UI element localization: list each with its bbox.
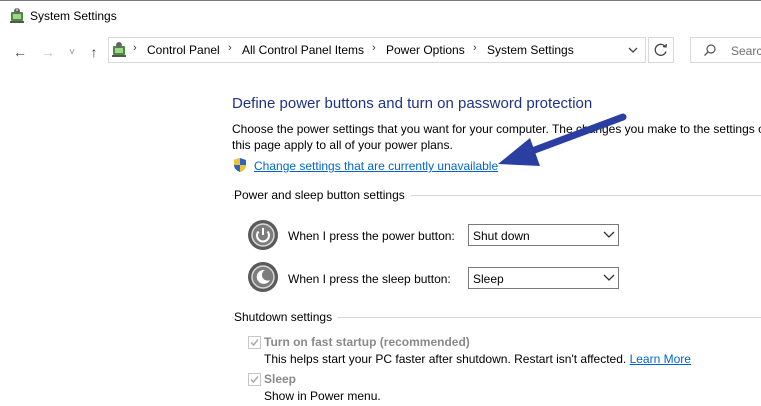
sleep-button-icon [248, 262, 278, 292]
power-button-label: When I press the power button: [288, 229, 455, 243]
up-button[interactable]: ↑ [84, 42, 104, 62]
window-title: System Settings [30, 9, 117, 23]
breadcrumb-system-settings[interactable]: System Settings [487, 43, 574, 57]
breadcrumb-power-options[interactable]: Power Options [386, 43, 465, 57]
search-icon [704, 44, 716, 56]
forward-button[interactable]: → [38, 42, 58, 62]
sleep-button-value: Sleep [473, 272, 504, 286]
refresh-button[interactable] [648, 37, 674, 63]
sleep-button-label: When I press the sleep button: [288, 272, 451, 286]
checkmark-icon [250, 376, 259, 384]
recent-locations-button[interactable]: ˅ [64, 42, 80, 62]
uac-shield-icon [234, 158, 246, 172]
sleep-checkbox[interactable] [248, 373, 261, 386]
sleep-option-description: Show in Power menu. [264, 389, 381, 403]
fast-startup-checkbox[interactable] [248, 336, 261, 349]
refresh-icon [654, 43, 667, 56]
checkmark-icon [250, 339, 259, 347]
fast-startup-description-text: This helps start your PC faster after sh… [264, 352, 627, 366]
annotation-arrow [498, 113, 627, 166]
power-button-value: Shut down [473, 229, 530, 243]
breadcrumb-separator: › [372, 42, 376, 54]
learn-more-link[interactable]: Learn More [630, 352, 691, 366]
window-border [0, 0, 761, 1]
sleep-option-label: Sleep [264, 372, 297, 386]
breadcrumb-separator: › [228, 42, 232, 54]
chevron-down-icon [603, 274, 615, 281]
change-settings-link[interactable]: Change settings that are currently unava… [254, 159, 498, 173]
back-button[interactable]: ← [10, 42, 30, 62]
fast-startup-label: Turn on fast startup (recommended) [264, 335, 470, 349]
power-section-title: Power and sleep button settings [234, 188, 411, 202]
control-panel-icon [112, 42, 126, 57]
search-placeholder: Search [731, 44, 761, 58]
breadcrumb-separator: › [473, 42, 477, 54]
breadcrumb-all-items[interactable]: All Control Panel Items [242, 43, 364, 57]
breadcrumb-control-panel[interactable]: Control Panel [147, 43, 220, 57]
breadcrumb-separator: › [133, 42, 137, 54]
chevron-down-icon [603, 231, 615, 238]
power-button-icon [248, 220, 278, 250]
fast-startup-description: This helps start your PC faster after sh… [264, 352, 691, 366]
chevron-down-icon[interactable] [624, 40, 642, 60]
power-options-icon [10, 8, 24, 23]
shutdown-section-title: Shutdown settings [234, 310, 339, 324]
